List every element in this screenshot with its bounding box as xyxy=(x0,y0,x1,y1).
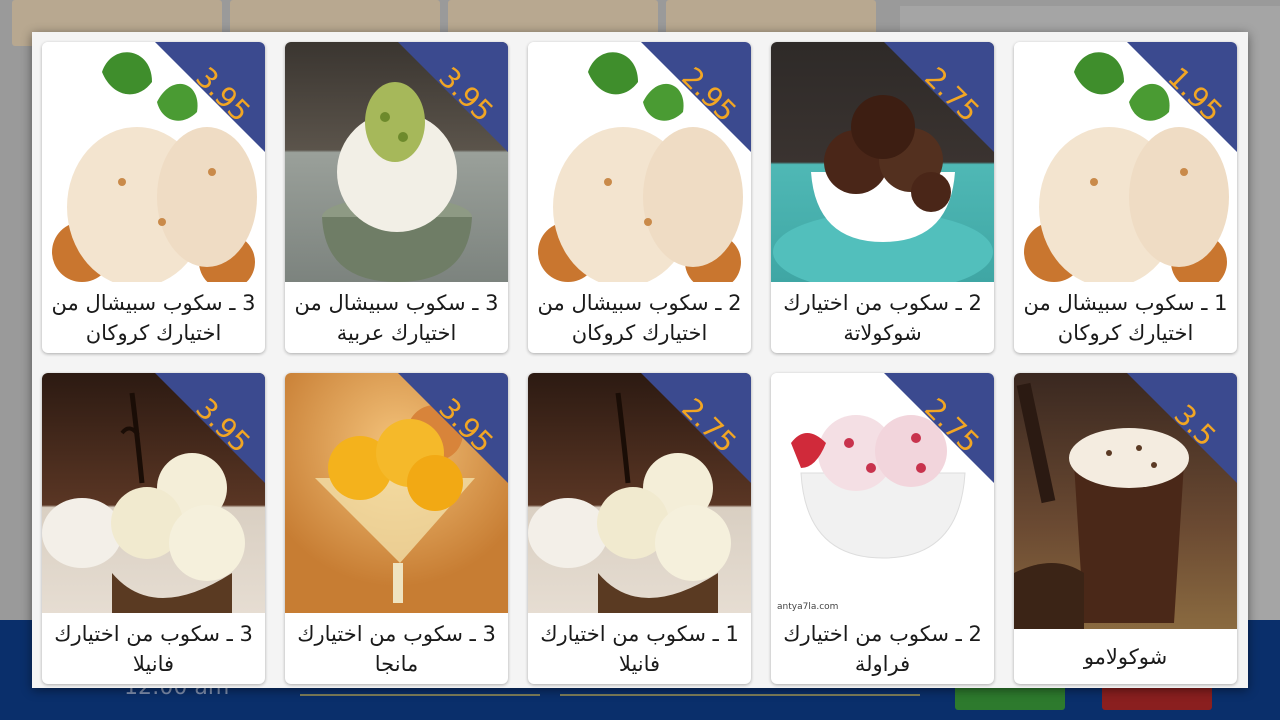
ice-cream-image: 1.95 xyxy=(1014,42,1237,282)
menu-item-card[interactable]: 2.95 2 ـ سكوب سبيشال من اختيارك كروكان xyxy=(528,42,751,353)
menu-item-title: 2 ـ سكوب سبيشال من اختيارك كروكان xyxy=(537,290,742,345)
menu-item-title: 1 ـ سكوب من اختيارك فانيلا xyxy=(540,621,739,676)
menu-items-dialog: 3.95 3 ـ سكوب سبيشال من اختيارك كروكان 3… xyxy=(32,32,1248,688)
watermark-text: antya7la.com xyxy=(777,602,838,612)
menu-item-title: 2 ـ سكوب من اختيارك شوكولاتة xyxy=(783,290,982,345)
menu-item-card[interactable]: 3.5 شوكولامو xyxy=(1014,373,1237,684)
menu-item-title: شوكولامو xyxy=(1083,644,1168,669)
menu-item-card[interactable]: 3.95 3 ـ سكوب من اختيارك فانيلا xyxy=(42,373,265,684)
ice-cream-image: 2.75 xyxy=(528,373,751,613)
menu-item-title: 1 ـ سكوب سبيشال من اختيارك كروكان xyxy=(1023,290,1228,345)
menu-item-title: 3 ـ سكوب من اختيارك فانيلا xyxy=(54,621,253,676)
ice-cream-image: 3.95 xyxy=(285,373,508,613)
menu-grid: 3.95 3 ـ سكوب سبيشال من اختيارك كروكان 3… xyxy=(42,42,1237,684)
ice-cream-image: 2.95 xyxy=(528,42,751,282)
menu-item-card[interactable]: 3.95 3 ـ سكوب من اختيارك مانجا xyxy=(285,373,508,684)
ice-cream-image: antya7la.com 2.75 xyxy=(771,373,994,613)
menu-item-title: 2 ـ سكوب من اختيارك فراولة xyxy=(783,621,982,676)
menu-item-title: 3 ـ سكوب سبيشال من اختيارك كروكان xyxy=(51,290,256,345)
menu-item-card[interactable]: 3.95 3 ـ سكوب سبيشال من اختيارك عربية xyxy=(285,42,508,353)
menu-item-card[interactable]: 2.75 1 ـ سكوب من اختيارك فانيلا xyxy=(528,373,751,684)
menu-item-card[interactable]: 1.95 1 ـ سكوب سبيشال من اختيارك كروكان xyxy=(1014,42,1237,353)
ice-cream-image: 3.95 xyxy=(285,42,508,282)
menu-item-card[interactable]: 2.75 2 ـ سكوب من اختيارك شوكولاتة xyxy=(771,42,994,353)
background-input-line xyxy=(300,694,540,696)
background-input-line xyxy=(560,694,920,696)
menu-item-title: 3 ـ سكوب من اختيارك مانجا xyxy=(297,621,496,676)
ice-cream-image: 3.95 xyxy=(42,373,265,613)
ice-cream-image: 2.75 xyxy=(771,42,994,282)
menu-item-title: 3 ـ سكوب سبيشال من اختيارك عربية xyxy=(294,290,499,345)
menu-item-card[interactable]: antya7la.com 2.75 2 ـ سكوب من اختيارك فر… xyxy=(771,373,994,684)
ice-cream-image: 3.5 xyxy=(1014,373,1237,629)
menu-item-card[interactable]: 3.95 3 ـ سكوب سبيشال من اختيارك كروكان xyxy=(42,42,265,353)
ice-cream-image: 3.95 xyxy=(42,42,265,282)
